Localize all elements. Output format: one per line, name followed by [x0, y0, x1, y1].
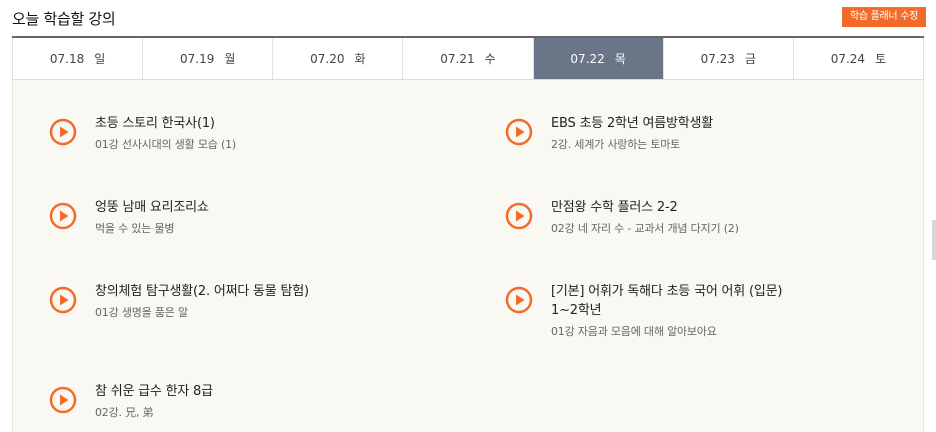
- play-circle-icon[interactable]: [49, 286, 77, 314]
- lecture-episode: 02강 네 자리 수 - 교과서 개념 다지기 (2): [551, 222, 739, 235]
- lecture-title[interactable]: 만점왕 수학 플러스 2-2: [551, 196, 678, 215]
- tab-07-24[interactable]: 07.24 토: [794, 38, 924, 79]
- tab-day: 일: [94, 52, 106, 66]
- lecture-title[interactable]: 참 쉬운 급수 한자 8급: [95, 380, 213, 399]
- tab-date: 07.20: [310, 51, 345, 66]
- lecture-title[interactable]: [기본] 어휘가 독해다 초등 국어 어휘 (입문): [551, 280, 782, 299]
- tab-day: 토: [875, 52, 887, 66]
- lecture-title-line2[interactable]: 1~2학년: [551, 299, 602, 318]
- play-circle-icon[interactable]: [49, 386, 77, 414]
- lecture-list: 초등 스토리 한국사(1) 01강 선사시대의 생활 모습 (1) EBS 초등…: [12, 80, 924, 432]
- tab-day: 목: [614, 52, 626, 66]
- tab-day: 금: [744, 52, 756, 66]
- tab-date: 07.22: [570, 51, 605, 66]
- play-circle-icon[interactable]: [49, 202, 77, 230]
- lecture-title[interactable]: 창의체험 탐구생활(2. 어쩌다 동물 탐험): [95, 280, 309, 299]
- tab-day: 수: [484, 52, 496, 66]
- tab-07-19[interactable]: 07.19 월: [143, 38, 274, 79]
- play-circle-icon[interactable]: [505, 118, 533, 146]
- play-circle-icon[interactable]: [49, 118, 77, 146]
- play-circle-icon[interactable]: [505, 202, 533, 230]
- tab-07-22[interactable]: 07.22 목: [533, 38, 664, 79]
- page-title: 오늘 학습할 강의: [12, 10, 116, 28]
- tab-07-21[interactable]: 07.21 수: [403, 38, 534, 79]
- tab-07-18[interactable]: 07.18 일: [12, 38, 144, 79]
- tab-day: 월: [224, 52, 236, 66]
- scrollbar[interactable]: [932, 220, 936, 260]
- lecture-title[interactable]: 초등 스토리 한국사(1): [95, 112, 215, 131]
- lecture-title[interactable]: EBS 초등 2학년 여름방학생활: [551, 112, 713, 131]
- lecture-episode: 01강 자음과 모음에 대해 알아보아요: [551, 325, 717, 338]
- tab-date: 07.24: [830, 51, 866, 66]
- lecture-title[interactable]: 엉뚱 남매 요리조리쇼: [95, 196, 209, 215]
- lecture-episode: 먹을 수 있는 물병: [95, 222, 175, 235]
- tab-07-23[interactable]: 07.23 금: [664, 38, 794, 79]
- lecture-episode: 2강. 세계가 사랑하는 토마토: [551, 138, 681, 151]
- lecture-episode: 02강. 兄, 弟: [95, 406, 154, 419]
- header: 오늘 학습할 강의 학습 플래너 수정: [0, 0, 936, 36]
- tab-date: 07.19: [180, 51, 215, 66]
- tab-day: 화: [354, 52, 366, 66]
- tab-date: 07.21: [440, 51, 475, 66]
- date-tabs: 07.18 일 07.19 월 07.20 화 07.21 수 07.22 목 07.23…: [12, 36, 924, 80]
- tab-date: 07.23: [700, 51, 735, 66]
- edit-planner-button[interactable]: 학습 플래너 수정: [841, 7, 926, 27]
- lecture-episode: 01강 선사시대의 생활 모습 (1): [95, 138, 236, 151]
- tab-07-20[interactable]: 07.20 화: [273, 38, 404, 79]
- play-circle-icon[interactable]: [505, 286, 533, 314]
- lecture-episode: 01강 생명을 품은 알: [95, 306, 188, 319]
- tab-date: 07.18: [49, 51, 85, 66]
